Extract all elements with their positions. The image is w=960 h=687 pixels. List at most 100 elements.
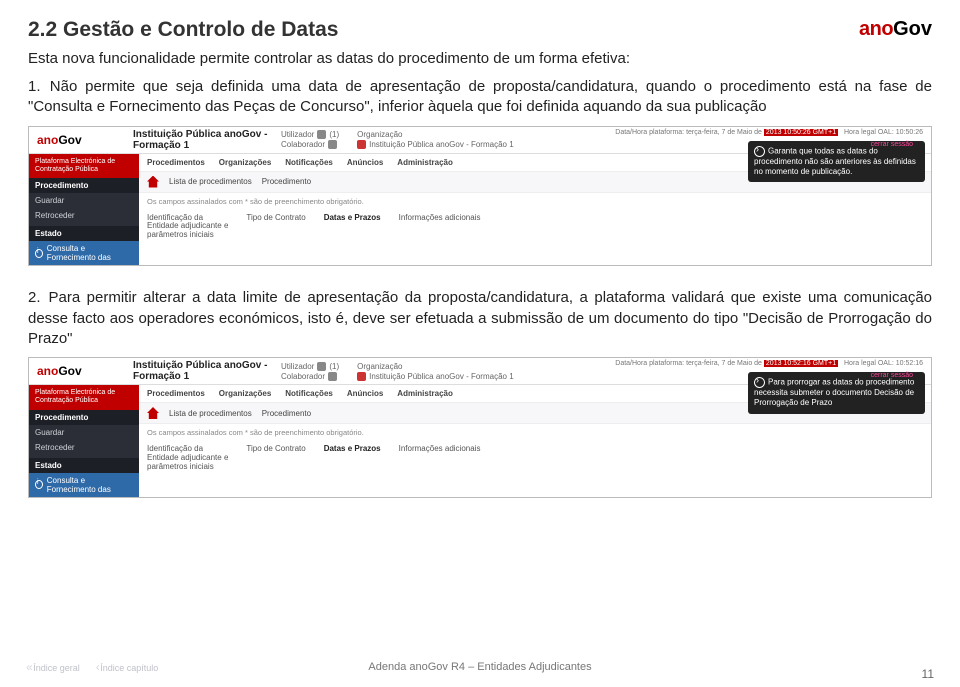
datetime-highlight: 2013 10:50:26 GMT+1 xyxy=(764,129,838,136)
tab-administracao[interactable]: Administração xyxy=(397,158,453,167)
datetime-bar: Data/Hora plataforma: terça-feira, 7 de … xyxy=(615,360,923,367)
brand-gov: Gov xyxy=(58,364,81,378)
info-circle-icon xyxy=(35,249,43,258)
item-text: Para permitir alterar a data limite de a… xyxy=(28,289,932,347)
form-tab-identificacao[interactable]: Identificação da Entidade adjudicante e … xyxy=(147,214,228,240)
brand-gov: Gov xyxy=(893,18,932,40)
screenshot-topbar: anoGov Instituição Pública anoGov - Form… xyxy=(29,127,931,154)
brand-ano: ano xyxy=(37,133,58,147)
screenshot-left-nav: Plataforma Electrónica de Contratação Pú… xyxy=(29,154,139,266)
item-number: 1. xyxy=(28,77,42,97)
org-column: Organização Instituição Pública anoGov -… xyxy=(357,130,514,149)
colaborador-label: Colaborador xyxy=(281,372,325,381)
footer-center-text: Adenda anoGov R4 – Entidades Adjudicante… xyxy=(0,661,960,673)
user-column: Utilizador(1) Colaborador xyxy=(281,130,339,149)
home-icon[interactable] xyxy=(147,407,159,419)
utilizador-label: Utilizador xyxy=(281,130,314,139)
nav-heading-estado: Estado xyxy=(29,458,139,473)
user-column: Utilizador (1) Colaborador xyxy=(281,362,339,381)
datetime-bar: Data/Hora plataforma: terça-feira, 7 de … xyxy=(615,129,923,136)
tooltip-text: Garanta que todas as datas do procedimen… xyxy=(754,146,916,176)
organizacao-label: Organização xyxy=(357,362,402,371)
brand-ano: ano xyxy=(37,364,58,378)
tab-notificacoes[interactable]: Notificações xyxy=(285,158,333,167)
document-page: 2.2 Gestão e Controlo de Datas anoGov Es… xyxy=(0,0,960,687)
form-tab-datas-prazos[interactable]: Datas e Prazos xyxy=(324,445,381,471)
tab-procedimentos[interactable]: Procedimentos xyxy=(147,389,205,398)
tab-administracao[interactable]: Administração xyxy=(397,389,453,398)
tooltip-text: Para prorrogar as datas do procedimento … xyxy=(754,378,914,408)
screenshot-logo: anoGov xyxy=(29,133,127,147)
institution-name: Instituição Pública anoGov - Formação 1 xyxy=(133,129,273,151)
logout-link[interactable]: cerrar sessão xyxy=(871,372,913,379)
user-icon xyxy=(317,362,326,371)
info-circle-icon xyxy=(35,480,43,489)
tab-anuncios[interactable]: Anúncios xyxy=(347,158,383,167)
colaborador-label: Colaborador xyxy=(281,140,325,149)
form-tab-tipo-contrato[interactable]: Tipo de Contrato xyxy=(246,214,305,240)
nav-status-consulta[interactable]: Consulta e Fornecimento das xyxy=(29,473,139,497)
screenshot-1: anoGov Instituição Pública anoGov - Form… xyxy=(28,126,932,267)
page-header: 2.2 Gestão e Controlo de Datas anoGov xyxy=(28,18,932,42)
tab-procedimentos[interactable]: Procedimentos xyxy=(147,158,205,167)
institution-name: Instituição Pública anoGov - Formação 1 xyxy=(133,360,273,382)
nav-status-consulta[interactable]: Consulta e Fornecimento das xyxy=(29,241,139,265)
tab-notificacoes[interactable]: Notificações xyxy=(285,389,333,398)
arrow-circle-icon xyxy=(754,377,765,388)
brand-ano: ano xyxy=(859,18,893,40)
logout-link[interactable]: cerrar sessão xyxy=(871,141,913,148)
utilizador-label: Utilizador xyxy=(281,362,314,371)
breadcrumb-procedimento: Procedimento xyxy=(262,409,311,418)
org-column: Organização Instituição Pública anoGov -… xyxy=(357,362,514,381)
tab-organizacoes[interactable]: Organizações xyxy=(219,389,271,398)
user-icon xyxy=(317,130,326,139)
section-title: Gestão e Controlo de Datas xyxy=(63,18,338,41)
item-number: 2. xyxy=(28,288,42,308)
breadcrumb-lista[interactable]: Lista de procedimentos xyxy=(169,177,252,186)
screenshot-logo: anoGov xyxy=(29,364,127,378)
breadcrumb-procedimento: Procedimento xyxy=(262,177,311,186)
screenshot-2: anoGov Instituição Pública anoGov - Form… xyxy=(28,357,932,498)
numbered-item-1: 1. Não permite que seja definida uma dat… xyxy=(28,77,932,118)
form-tabs: Identificação da Entidade adjudicante e … xyxy=(139,441,931,479)
home-icon[interactable] xyxy=(147,176,159,188)
datetime-highlight: 2013 10:52:16 GMT+1 xyxy=(764,360,838,367)
arrow-circle-icon xyxy=(754,146,765,157)
page-footer: « Índice geral ‹ Índice capítulo Adenda … xyxy=(0,653,960,681)
screenshot-left-nav: Plataforma Electrónica de Contratação Pú… xyxy=(29,385,139,497)
tab-anuncios[interactable]: Anúncios xyxy=(347,389,383,398)
breadcrumb-lista[interactable]: Lista de procedimentos xyxy=(169,409,252,418)
user-icon xyxy=(328,140,337,149)
intro-paragraph: Esta nova funcionalidade permite control… xyxy=(28,50,932,67)
utilizador-value: (1) xyxy=(329,362,339,371)
nav-item-guardar[interactable]: Guardar xyxy=(29,193,139,208)
nav-heading-procedimento: Procedimento xyxy=(29,178,139,193)
form-tabs: Identificação da Entidade adjudicante e … xyxy=(139,210,931,248)
brand-logo: anoGov xyxy=(859,18,932,41)
page-number: 11 xyxy=(922,667,934,681)
nav-heading-procedimento: Procedimento xyxy=(29,410,139,425)
required-note: Os campos assinalados com * são de preen… xyxy=(139,424,931,441)
section-number: 2.2 xyxy=(28,18,57,41)
required-note: Os campos assinalados com * são de preen… xyxy=(139,193,931,210)
form-tab-info-adicionais[interactable]: Informações adicionais xyxy=(399,214,481,240)
nav-item-retroceder[interactable]: Retroceder xyxy=(29,208,139,223)
org-icon xyxy=(357,140,366,149)
screenshot-topbar: anoGov Instituição Pública anoGov - Form… xyxy=(29,358,931,385)
organizacao-value: Instituição Pública anoGov - Formação 1 xyxy=(369,372,514,381)
red-banner: Plataforma Electrónica de Contratação Pú… xyxy=(29,385,139,410)
tab-organizacoes[interactable]: Organizações xyxy=(219,158,271,167)
nav-item-guardar[interactable]: Guardar xyxy=(29,425,139,440)
brand-gov: Gov xyxy=(58,133,81,147)
organizacao-label: Organização xyxy=(357,130,402,139)
red-banner: Plataforma Electrónica de Contratação Pú… xyxy=(29,154,139,179)
nav-heading-estado: Estado xyxy=(29,226,139,241)
nav-item-retroceder[interactable]: Retroceder xyxy=(29,440,139,455)
form-tab-identificacao[interactable]: Identificação da Entidade adjudicante e … xyxy=(147,445,228,471)
form-tab-info-adicionais[interactable]: Informações adicionais xyxy=(399,445,481,471)
form-tab-tipo-contrato[interactable]: Tipo de Contrato xyxy=(246,445,305,471)
organizacao-value: Instituição Pública anoGov - Formação 1 xyxy=(369,140,514,149)
org-icon xyxy=(357,372,366,381)
section-heading: 2.2 Gestão e Controlo de Datas xyxy=(28,18,338,42)
form-tab-datas-prazos[interactable]: Datas e Prazos xyxy=(324,214,381,240)
